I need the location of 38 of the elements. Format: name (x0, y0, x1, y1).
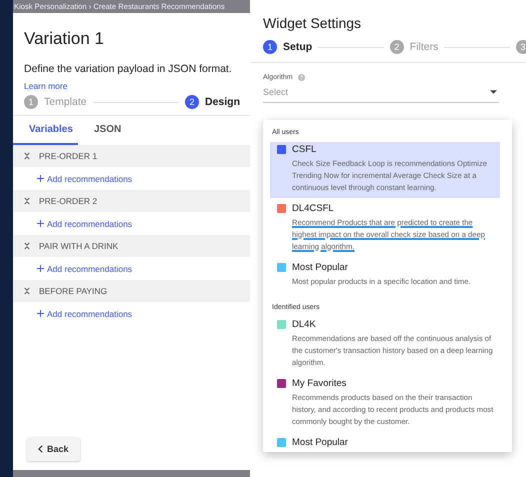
option-name: DL4K (292, 319, 316, 330)
option-name: My Favorites (292, 378, 346, 389)
chevron-left-icon (38, 445, 43, 453)
add-recommendations-link[interactable]: Add recommendations (37, 174, 132, 184)
add-recommendations-link[interactable]: Add recommendations (37, 264, 132, 274)
step-number: 1 (263, 40, 277, 54)
description: Define the variation payload in JSON format. (23, 62, 233, 75)
option-name: CSFL (292, 144, 316, 155)
option-name: DL4CSFL (292, 203, 334, 214)
plus-icon (37, 175, 44, 182)
step-number: 2 (184, 95, 199, 109)
section-name: BEFORE PAYING (39, 286, 108, 296)
collapse-icon[interactable] (24, 152, 30, 160)
option-name: Most Popular (292, 262, 348, 273)
section-name: PAIR WITH A DRINK (39, 241, 118, 251)
step-number: 3 (516, 40, 526, 54)
step-label[interactable]: Design (204, 96, 240, 108)
option-item[interactable]: Most Popular (270, 435, 500, 452)
learn-more-link[interactable]: Learn more (13, 75, 250, 91)
plus-icon (37, 220, 44, 227)
back-button[interactable]: Back (27, 437, 80, 461)
collapse-icon[interactable] (24, 197, 30, 205)
option-name: Most Popular (292, 437, 348, 448)
panel-title: Variation 1 (23, 28, 106, 49)
caret-icon (490, 90, 497, 94)
step-label[interactable]: Setup (283, 41, 312, 53)
plus-icon (37, 265, 44, 272)
collapse-icon[interactable] (24, 287, 30, 295)
step-number: 2 (390, 40, 404, 54)
section-name: PRE-ORDER 1 (39, 151, 98, 161)
add-recommendations-link[interactable]: Add recommendations (37, 308, 132, 318)
collapse-icon[interactable] (24, 242, 30, 250)
section-name: PRE-ORDER 2 (39, 196, 98, 206)
step-number: 1 (24, 95, 38, 109)
plus-icon (37, 310, 44, 317)
panel-title: Widget Settings (262, 14, 362, 31)
add-recommendations-link[interactable]: Add recommendations (37, 218, 132, 228)
tab[interactable]: JSON (78, 116, 138, 145)
